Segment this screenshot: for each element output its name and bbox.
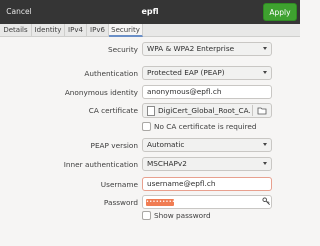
anonymous-identity-label: Anonymous identity — [64, 88, 138, 97]
tab-details[interactable]: Details — [0, 24, 32, 37]
window-title: epfl — [141, 7, 159, 16]
peap-version-dropdown[interactable]: Automatic — [142, 138, 272, 152]
tab-identity[interactable]: Identity — [32, 24, 65, 37]
anonymous-identity-input[interactable]: anonymous@epfl.ch — [142, 85, 272, 99]
username-input[interactable]: username@epfl.ch — [142, 177, 272, 191]
show-password-checkbox[interactable] — [142, 211, 151, 220]
inner-authentication-dropdown[interactable]: MSCHAPv2 — [142, 157, 272, 171]
chevron-down-icon — [263, 71, 267, 74]
chevron-down-icon — [263, 162, 267, 165]
key-icon[interactable] — [262, 197, 271, 206]
peap-version-label: PEAP version — [90, 141, 138, 150]
no-ca-required-label: No CA certificate is required — [154, 122, 257, 131]
password-label: Password — [103, 198, 138, 207]
authentication-label: Authentication — [84, 69, 138, 78]
ca-certificate-label: CA certificate — [88, 106, 138, 115]
header-bar: Cancel epfl Apply — [0, 0, 300, 24]
security-value: WPA & WPA2 Enterprise — [147, 44, 235, 53]
open-file-icon[interactable] — [257, 106, 267, 116]
username-label: Username — [100, 180, 138, 189]
document-icon — [147, 106, 155, 116]
security-label: Security — [108, 45, 138, 54]
peap-version-value: Automatic — [147, 140, 185, 149]
apply-button[interactable]: Apply — [263, 3, 297, 21]
authentication-dropdown[interactable]: Protected EAP (PEAP) — [142, 66, 272, 80]
chevron-down-icon — [263, 143, 267, 146]
tab-ipv4[interactable]: IPv4 — [65, 24, 87, 37]
chevron-down-icon — [263, 47, 267, 50]
ca-certificate-chooser[interactable]: DigiCert_Global_Root_CA... — [142, 103, 272, 118]
separator — [252, 105, 253, 116]
authentication-value: Protected EAP (PEAP) — [147, 68, 225, 77]
tab-security[interactable]: Security — [109, 24, 143, 37]
password-input[interactable]: ••••••••• — [142, 195, 272, 209]
tab-ipv6[interactable]: IPv6 — [87, 24, 109, 37]
no-ca-required-checkbox[interactable] — [142, 122, 151, 131]
inner-authentication-label: Inner authentication — [63, 160, 138, 169]
inner-authentication-value: MSCHAPv2 — [147, 159, 187, 168]
tab-bar: Details Identity IPv4 IPv6 Security — [0, 24, 300, 37]
security-dropdown[interactable]: WPA & WPA2 Enterprise — [142, 42, 272, 56]
ca-certificate-filename: DigiCert_Global_Root_CA... — [158, 106, 250, 115]
password-masked-value: ••••••••• — [146, 199, 174, 206]
show-password-label: Show password — [154, 211, 211, 220]
